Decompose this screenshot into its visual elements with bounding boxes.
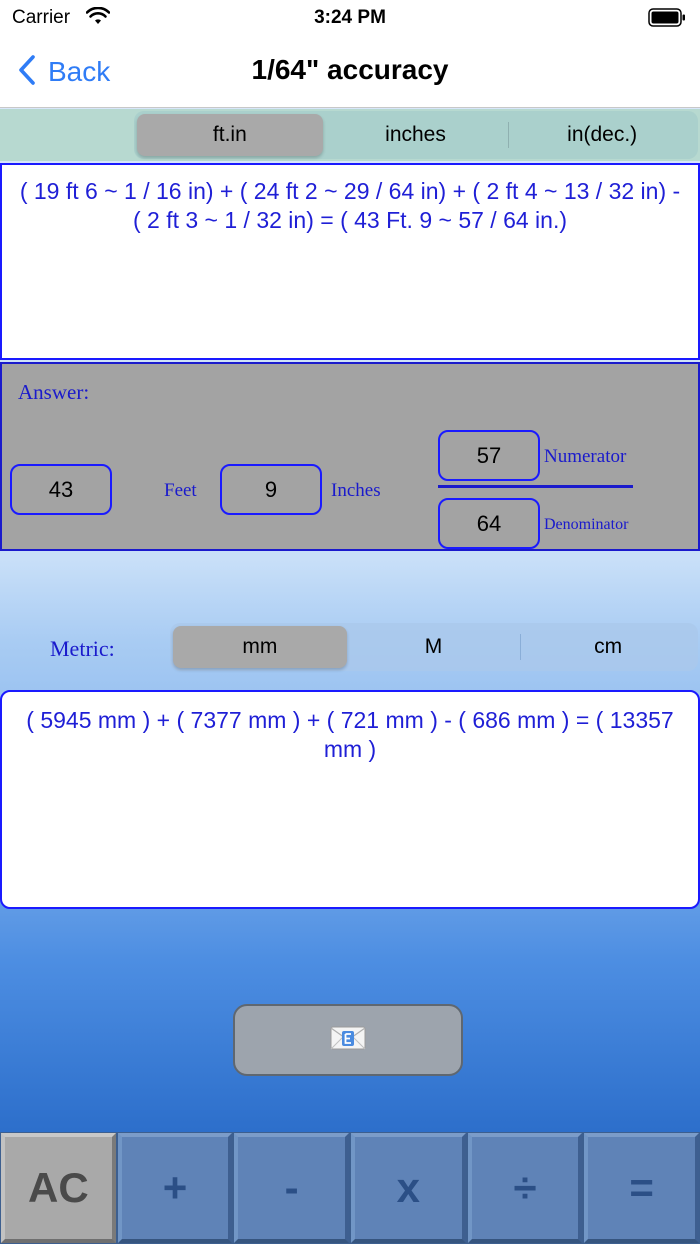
divide-key[interactable]: ÷ xyxy=(467,1133,583,1243)
segment-m[interactable]: M xyxy=(347,626,521,668)
metric-unit-segmented-control: mm M cm xyxy=(170,623,698,671)
navigation-bar: Back 1/64" accuracy xyxy=(0,36,700,108)
answer-panel: Answer: 43 Feet 9 Inches 57 Numerator 64… xyxy=(0,362,700,551)
battery-icon xyxy=(648,8,686,27)
status-bar: Carrier 3:24 PM xyxy=(0,0,700,36)
fraction-bar xyxy=(438,485,633,488)
denominator-field: 64 xyxy=(438,498,540,549)
subtract-key[interactable]: - xyxy=(234,1133,350,1243)
inches-label: Inches xyxy=(331,480,381,501)
answer-label: Answer: xyxy=(18,380,90,404)
metric-label: Metric: xyxy=(50,636,115,661)
numerator-field: 57 xyxy=(438,430,540,481)
segment-mm[interactable]: mm xyxy=(173,626,347,668)
denominator-label: Denominator xyxy=(544,516,629,533)
feet-value-field: 43 xyxy=(10,464,112,515)
imperial-formula-display[interactable]: ( 19 ft 6 ~ 1 / 16 in) + ( 24 ft 2 ~ 29 … xyxy=(0,163,700,360)
segment-cm[interactable]: cm xyxy=(521,626,695,668)
numerator-label: Numerator xyxy=(544,446,627,467)
segment-in-dec[interactable]: in(dec.) xyxy=(509,114,695,156)
all-clear-key[interactable]: AC xyxy=(1,1133,116,1243)
add-key[interactable]: + xyxy=(117,1133,233,1243)
segment-inches[interactable]: inches xyxy=(323,114,509,156)
imperial-unit-segmented-control: ft.in inches in(dec.) xyxy=(134,111,698,159)
equals-key[interactable]: = xyxy=(584,1133,700,1243)
metric-formula-display[interactable]: ( 5945 mm ) + ( 7377 mm ) + ( 721 mm ) -… xyxy=(0,690,700,909)
feet-label: Feet xyxy=(164,480,197,501)
operator-keypad: AC + - x ÷ = xyxy=(0,1132,700,1244)
multiply-key[interactable]: x xyxy=(351,1133,466,1243)
back-button[interactable]: Back xyxy=(18,54,110,90)
clock: 3:24 PM xyxy=(314,7,386,28)
envelope-e-icon xyxy=(329,1024,367,1057)
chevron-left-icon xyxy=(18,54,36,91)
back-label: Back xyxy=(48,56,111,87)
email-button[interactable] xyxy=(233,1004,463,1076)
inches-value-field: 9 xyxy=(220,464,322,515)
segment-ft-in[interactable]: ft.in xyxy=(137,114,323,156)
